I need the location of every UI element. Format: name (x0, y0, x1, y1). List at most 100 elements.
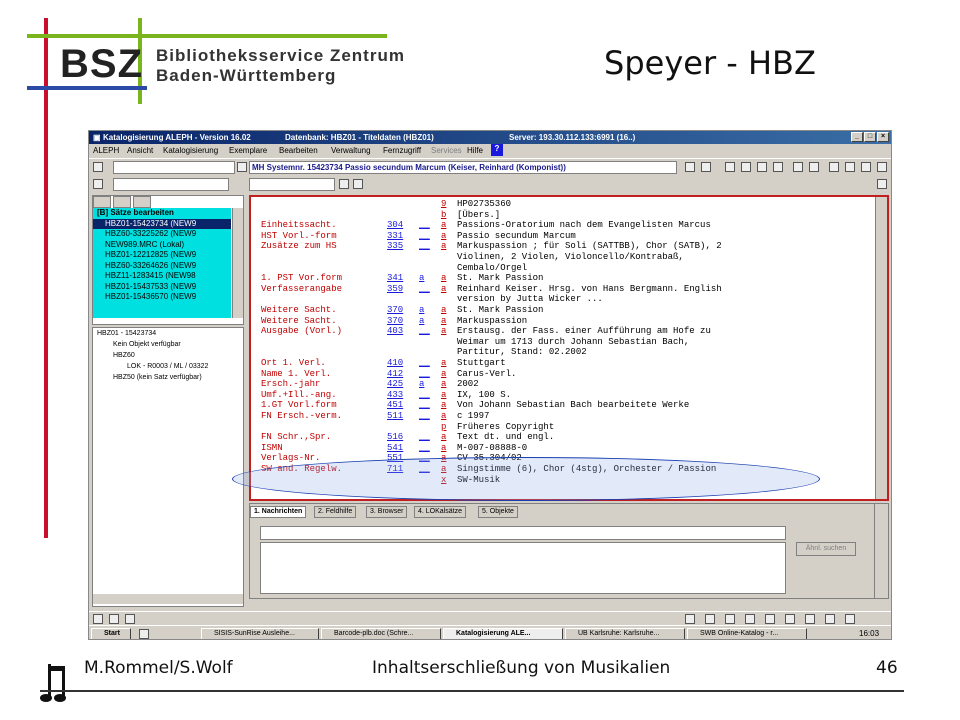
field-value[interactable]: Text dt. und engl. (457, 432, 554, 443)
list-item[interactable]: HBZ01-15436570 (NEW9 (93, 292, 231, 303)
record-field-row[interactable]: Name 1. Verl. 412 __ a Carus-Verl. (251, 369, 871, 380)
record-scrollbar[interactable] (875, 197, 887, 499)
field-value[interactable]: Violinen, 2 Violen, Violoncello/Kontraba… (457, 252, 684, 263)
record-field-row[interactable]: FN Ersch.-verm. 511 __ a c 1997 (251, 411, 871, 422)
status-icon[interactable] (125, 614, 135, 624)
tree-hbz60[interactable]: HBZ60 (113, 352, 135, 359)
field-value[interactable]: Markuspassion (457, 316, 527, 327)
tool-icon[interactable] (705, 614, 715, 624)
nav-scrollbar[interactable] (232, 208, 243, 318)
record-field-row[interactable]: Weitere Sacht. 370 a a Markuspassion (251, 316, 871, 327)
field-value[interactable]: Cembalo/Orgel (457, 263, 527, 274)
menu-bearbeiten[interactable]: Bearbeiten (279, 146, 318, 155)
record-field-row[interactable]: FN Schr.,Spr. 516 __ a Text dt. und engl. (251, 432, 871, 443)
dots-icon[interactable] (339, 179, 349, 189)
taskbar-item[interactable]: SISIS-SunRise Ausleihe... (201, 628, 319, 639)
delete-icon[interactable] (861, 162, 871, 172)
menu-fernzugriff[interactable]: Fernzugriff (383, 146, 421, 155)
menu-ansicht[interactable]: Ansicht (127, 146, 153, 155)
record-field-row[interactable]: Umf.+Ill.-ang. 433 __ a IX, 100 S. (251, 390, 871, 401)
ie-icon[interactable] (139, 629, 149, 639)
exit-icon[interactable] (845, 614, 855, 624)
help-icon[interactable]: ? (491, 144, 503, 156)
record-dropdown[interactable] (113, 161, 235, 174)
record-field-row[interactable]: Cembalo/Orgel (251, 263, 871, 274)
tab-nachrichten[interactable]: 1. Nachrichten (250, 506, 307, 518)
nav-tab-search[interactable] (133, 196, 151, 208)
image-icon[interactable] (825, 614, 835, 624)
help-tool-icon[interactable] (785, 614, 795, 624)
minimize-button[interactable]: _ (851, 132, 863, 142)
refresh-icon[interactable] (685, 162, 695, 172)
list-item[interactable]: HBZ11-1283415 (NEW98 (93, 271, 231, 282)
taskbar-item[interactable]: UB Karlsruhe: Karlsruhe... (565, 628, 685, 639)
record-field-row[interactable]: Zusätze zum HS 335 __ a Markuspassion ; für … (251, 241, 871, 252)
record-field-row[interactable]: Ausgabe (Vorl.) 403 __ a Erstausg. der Fass.… (251, 326, 871, 337)
field-value[interactable]: St. Mark Passion (457, 273, 543, 284)
grid-icon[interactable] (773, 162, 783, 172)
list-root[interactable]: [B] Sätze bearbeiten (93, 208, 231, 219)
menu-aleph[interactable]: ALEPH (93, 146, 119, 155)
save-icon[interactable] (809, 162, 819, 172)
list-item[interactable]: HBZ01-15437533 (NEW9 (93, 282, 231, 293)
list-item[interactable]: HBZ60-33225262 (NEW9 (93, 229, 231, 240)
status-icon[interactable] (93, 614, 103, 624)
menu-verwaltung[interactable]: Verwaltung (331, 146, 371, 155)
settings-icon[interactable] (845, 162, 855, 172)
record-field-row[interactable]: Partitur, Stand: 02.2002 (251, 347, 871, 358)
alert-icon[interactable] (805, 614, 815, 624)
field-value[interactable]: Partitur, Stand: 02.2002 (457, 347, 587, 358)
record-field-row[interactable]: Verfasserangabe 359 __ a Reinhard Keiser. Hr… (251, 284, 871, 295)
close-pane-icon[interactable] (877, 179, 887, 189)
search-field[interactable] (249, 178, 335, 191)
columns-icon[interactable] (741, 162, 751, 172)
record-field-row[interactable]: Weitere Sacht. 370 a a St. Mark Passion (251, 305, 871, 316)
tool-icon[interactable] (745, 614, 755, 624)
field-value[interactable]: Carus-Verl. (457, 369, 516, 380)
record-field-row[interactable]: 9 HP02735360 (251, 199, 871, 210)
tree-hbz50[interactable]: HBZ50 (kein Satz verfügbar) (113, 374, 202, 381)
field-value[interactable]: HP02735360 (457, 199, 511, 210)
similar-search-button[interactable]: Ähnl. suchen (796, 542, 856, 556)
form-icon[interactable] (93, 179, 103, 189)
record-icon[interactable] (93, 162, 103, 172)
field-value[interactable]: version by Jutta Wicker ... (457, 294, 603, 305)
list-item[interactable]: HBZ60-33264626 (NEW9 (93, 261, 231, 272)
tool-icon[interactable] (685, 614, 695, 624)
taskbar-item[interactable]: SWB Online-Katalog - r... (687, 628, 807, 639)
field-value[interactable]: St. Mark Passion (457, 305, 543, 316)
field-value[interactable]: Passions-Oratorium nach dem Evangelisten… (457, 220, 711, 231)
field-value[interactable]: [Übers.] (457, 210, 500, 221)
maximize-button[interactable]: □ (864, 132, 876, 142)
field-value[interactable]: 2002 (457, 379, 479, 390)
record-field-row[interactable]: Weimar um 1713 durch Johann Sebastian Ba… (251, 337, 871, 348)
field-value[interactable]: Reinhard Keiser. Hrsg. von Hans Bergmann… (457, 284, 722, 295)
start-button[interactable]: Start (91, 628, 131, 639)
taskbar-item-active[interactable]: Katalogisierung ALE... (443, 628, 563, 639)
nav-tab-book[interactable] (113, 196, 131, 208)
split-icon[interactable] (757, 162, 767, 172)
menu-katalogisierung[interactable]: Katalogisierung (163, 146, 218, 155)
go-icon[interactable] (353, 179, 363, 189)
record-field-row[interactable]: Ort 1. Verl. 410 __ a Stuttgart (251, 358, 871, 369)
tool-icon[interactable] (725, 614, 735, 624)
tab-feldhilfe[interactable]: 2. Feldhilfe (314, 506, 357, 518)
close-button[interactable]: × (877, 132, 889, 142)
record-field-row[interactable]: b [Übers.] (251, 210, 871, 221)
menu-hilfe[interactable]: Hilfe (467, 146, 483, 155)
menu-services[interactable]: Services (431, 146, 462, 155)
arrow-icon[interactable] (237, 162, 247, 172)
record-field-row[interactable]: HST Vorl.-form 331 __ a Passio secundum Marc… (251, 231, 871, 242)
tab-browser[interactable]: 3. Browser (366, 506, 408, 518)
expand-icon[interactable] (829, 162, 839, 172)
tree-hscrollbar[interactable] (93, 594, 243, 604)
field-value[interactable]: Weimar um 1713 durch Johann Sebastian Ba… (457, 337, 689, 348)
list-item[interactable]: NEW989.MRC (Lokal) (93, 240, 231, 251)
field-value[interactable]: Früheres Copyright (457, 422, 554, 433)
list-item[interactable]: HBZ01-15423734 (NEW9 (93, 218, 231, 229)
record-field-row[interactable]: Einheitssacht. 304 __ a Passions-Oratorium n… (251, 220, 871, 231)
tree-no-object[interactable]: Kein Objekt verfügbar (113, 341, 181, 348)
field-value[interactable]: Passio secundum Marcum (457, 231, 576, 242)
field-value[interactable]: Erstausg. der Fass. einer Aufführung am … (457, 326, 711, 337)
close-record-icon[interactable] (877, 162, 887, 172)
